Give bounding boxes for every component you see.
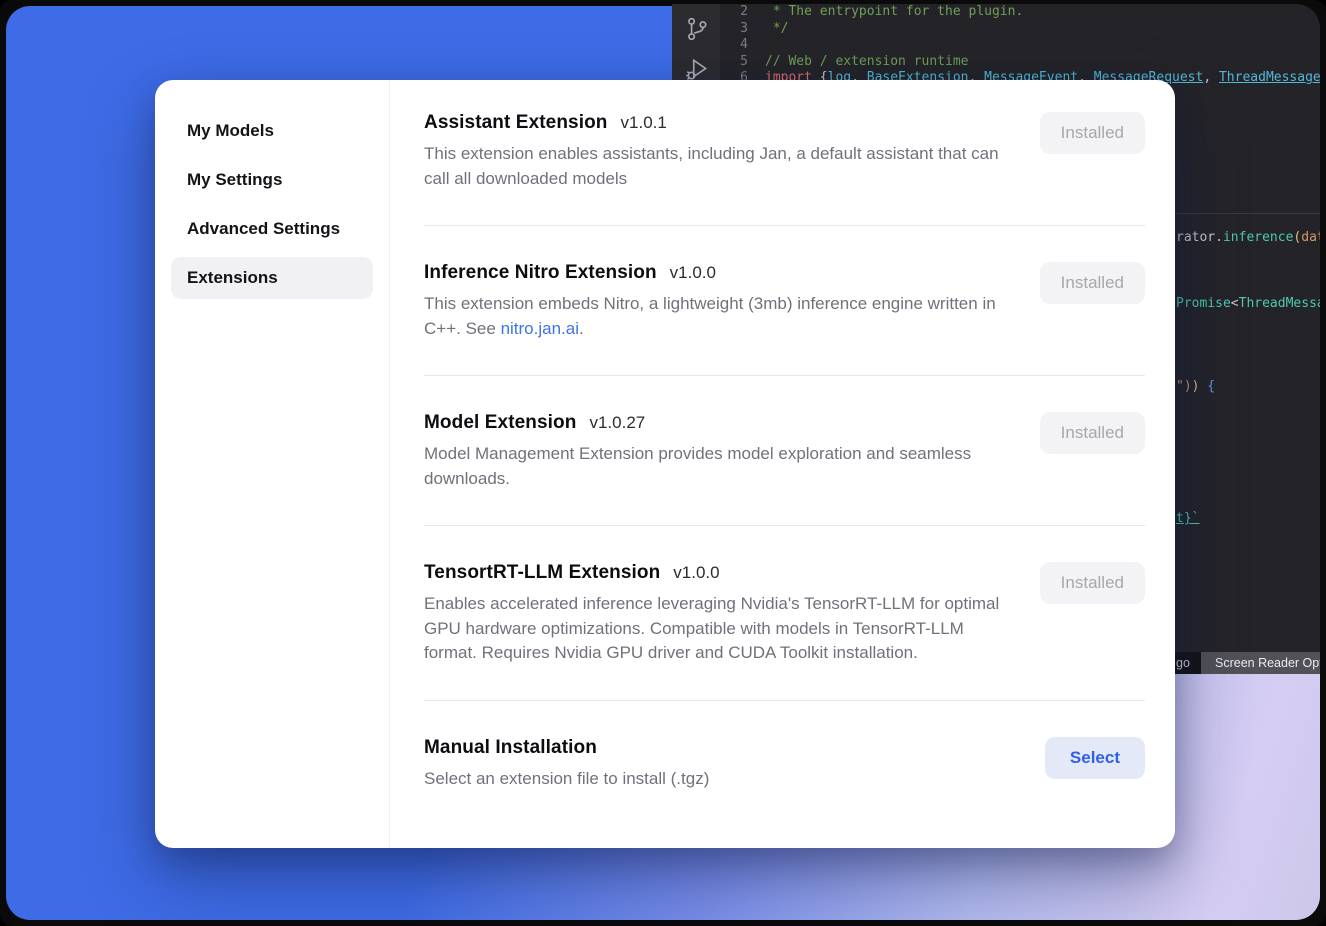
sidebar-item-label: My Models [187,121,274,141]
select-file-button[interactable]: Select [1045,737,1145,779]
identifier: ThreadMessage [1219,70,1320,85]
extension-title-row: Model Extension v1.0.27 [424,412,1002,434]
extension-title-row: Assistant Extension v1.0.1 [424,112,1002,134]
template-string: t}` [1176,511,1199,526]
extension-name: TensortRT-LLM Extension [424,562,660,584]
extension-description: Enables accelerated inference leveraging… [424,592,1002,666]
extension-version: v1.0.0 [673,563,719,583]
installed-button-assistant[interactable]: Installed [1040,112,1145,154]
extension-info: Assistant Extension v1.0.1 This extensio… [424,112,1002,191]
extension-info: Inference Nitro Extension v1.0.0 This ex… [424,262,1002,341]
punct: < [1231,296,1239,311]
extension-row-tensorrt: TensortRT-LLM Extension v1.0.0 Enables a… [424,526,1145,701]
settings-sidebar: My Models My Settings Advanced Settings … [155,80,390,848]
manual-installation-description: Select an extension file to install (.tg… [424,767,709,792]
code-comment: // Web / extension runtime [765,54,969,71]
argument: data [1301,230,1320,245]
description-text: . [579,319,584,338]
status-text: go [1176,656,1190,670]
nitro-jan-ai-link[interactable]: nitro.jan.ai [501,319,579,338]
extension-title-row: TensortRT-LLM Extension v1.0.0 [424,562,1002,584]
extension-row-assistant: Assistant Extension v1.0.1 This extensio… [424,82,1145,226]
code-line: 3 */ [720,21,1320,38]
code-line: 2 * The entrypoint for the plugin. [720,4,1320,21]
installed-button-model[interactable]: Installed [1040,412,1145,454]
punct: rator. [1176,230,1223,245]
code-comment: */ [765,21,788,38]
extension-version: v1.0.0 [670,263,716,283]
sidebar-item-label: My Settings [187,170,282,190]
sidebar-item-my-models[interactable]: My Models [171,110,373,152]
extension-info: TensortRT-LLM Extension v1.0.0 Enables a… [424,562,1002,666]
punct: , [1203,70,1219,85]
line-number: 2 [720,4,748,21]
settings-modal: My Models My Settings Advanced Settings … [155,80,1175,848]
screen: 2 * The entrypoint for the plugin. 3 */ … [0,0,1326,926]
manual-installation-title: Manual Installation [424,737,597,759]
line-number: 5 [720,54,748,71]
extension-row-nitro: Inference Nitro Extension v1.0.0 This ex… [424,226,1145,376]
extension-description: Model Management Extension provides mode… [424,442,1002,491]
code-fragment: t}` [1176,511,1199,527]
line-number: 4 [720,37,748,54]
type-name: ThreadMessage [1239,296,1320,311]
code-comment: * The entrypoint for the plugin. [765,4,1023,21]
source-control-icon[interactable] [684,16,710,42]
code-block: 2 * The entrypoint for the plugin. 3 */ … [720,4,1320,87]
extension-name: Inference Nitro Extension [424,262,657,284]
extension-name: Model Extension [424,412,576,434]
run-debug-icon[interactable] [684,56,710,82]
extension-info: Manual Installation Select an extension … [424,737,709,792]
string: ") [1176,379,1192,394]
sidebar-item-advanced-settings[interactable]: Advanced Settings [171,208,373,250]
code-fragment: ")) { [1176,379,1215,395]
code-line: 4 [720,37,1320,54]
manual-installation-row: Manual Installation Select an extension … [424,701,1145,822]
extension-info: Model Extension v1.0.27 Model Management… [424,412,1002,491]
extension-title-row: Manual Installation [424,737,709,759]
type-name: Promise [1176,296,1231,311]
extensions-list: Assistant Extension v1.0.1 This extensio… [390,80,1175,848]
sidebar-item-label: Extensions [187,268,278,288]
screen-reader-badge[interactable]: Screen Reader Optimize [1201,652,1320,674]
method-name: inference [1223,230,1293,245]
code-line: 5 // Web / extension runtime [720,54,1320,71]
line-number: 3 [720,21,748,38]
sidebar-item-extensions[interactable]: Extensions [171,257,373,299]
extension-description: This extension enables assistants, inclu… [424,142,1002,191]
installed-button-tensorrt[interactable]: Installed [1040,562,1145,604]
extension-description: This extension embeds Nitro, a lightweig… [424,292,1002,341]
extension-row-model: Model Extension v1.0.27 Model Management… [424,376,1145,526]
code-fragment: rator.inference(data)); [1176,230,1320,246]
installed-button-nitro[interactable]: Installed [1040,262,1145,304]
sidebar-item-my-settings[interactable]: My Settings [171,159,373,201]
extension-name: Assistant Extension [424,112,608,134]
extension-version: v1.0.1 [621,113,667,133]
code-fragment: Promise<ThreadMessage> [1176,296,1320,312]
extension-version: v1.0.27 [589,413,645,433]
brace: { [1199,379,1215,394]
extension-title-row: Inference Nitro Extension v1.0.0 [424,262,1002,284]
sidebar-item-label: Advanced Settings [187,219,340,239]
